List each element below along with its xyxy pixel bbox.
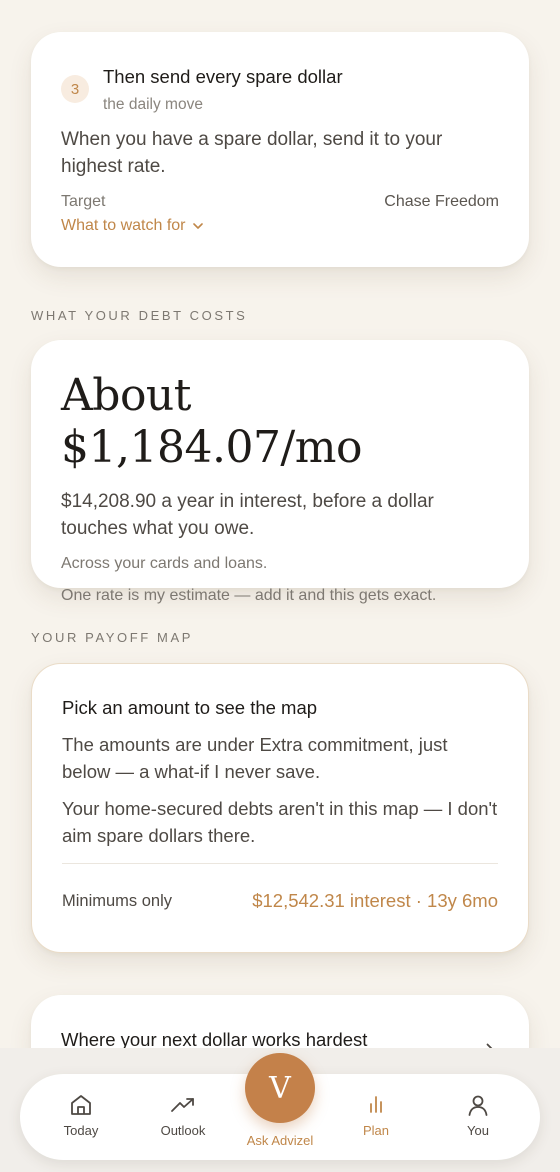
step-subtitle: the daily move [103,96,203,113]
monthly-interest-amount: About $1,184.07/mo [61,370,362,473]
minimums-only-label: Minimums only [62,891,173,910]
nav-you[interactable]: You [438,1092,518,1138]
step-number-badge: 3 [61,75,89,103]
nav-today-label: Today [63,1123,99,1138]
nav-outlook-label: Outlook [160,1123,206,1138]
nav-plan[interactable]: Plan [336,1092,416,1138]
target-label: Target [61,193,106,210]
payoff-map-card[interactable]: Pick an amount to see the map The amount… [31,663,529,953]
watch-link-label: What to watch for [61,217,186,234]
bar-chart-icon [370,1096,382,1113]
home-icon [71,1095,91,1115]
debt-cost-card: About $1,184.07/mo $14,208.90 a year in … [31,340,529,604]
step-body: When you have a spare dollar, send it to… [61,129,443,177]
minimums-only-value: $12,542.31 interest · 13y 6mo [252,890,498,911]
user-icon [468,1095,488,1116]
ask-advizel-initial: V [269,1070,291,1106]
ask-advizel-label: Ask Advizel [246,1133,314,1148]
target-row: Target Chase Freedom [61,193,499,211]
cost-scope-text: Across your cards and loans. [61,555,268,572]
what-to-watch-for-link[interactable]: What to watch for [61,217,203,235]
yearly-interest-text: $14,208.90 a year in interest, before a … [61,491,434,539]
nav-plan-label: Plan [362,1123,390,1138]
ask-advizel-button[interactable]: V [245,1053,315,1123]
cost-estimate-note: One rate is my estimate — add it and thi… [61,587,437,604]
chevron-down-icon [192,222,203,229]
nav-outlook[interactable]: Outlook [143,1092,223,1138]
step-card: 3 Then send every spare dollar the daily… [31,32,529,267]
payoff-map-note: Your home-secured debts aren't in this m… [62,798,498,846]
target-value: Chase Freedom [384,193,499,210]
debt-costs-section-label: WHAT YOUR DEBT COSTS [31,308,248,323]
minimums-only-row: Minimums only $12,542.31 interest · 13y … [62,890,498,912]
payoff-map-title: Pick an amount to see the map [62,697,318,718]
nav-today[interactable]: Today [41,1092,121,1138]
payoff-map-body: The amounts are under Extra commitment, … [62,734,448,782]
payoff-map-section-label: YOUR PAYOFF MAP [31,630,194,645]
nav-you-label: You [467,1123,489,1138]
step-title: Then send every spare dollar [103,66,343,87]
plan-screen: 3 Then send every spare dollar the daily… [0,0,560,1172]
trend-up-icon [171,1098,194,1112]
divider [62,863,498,864]
